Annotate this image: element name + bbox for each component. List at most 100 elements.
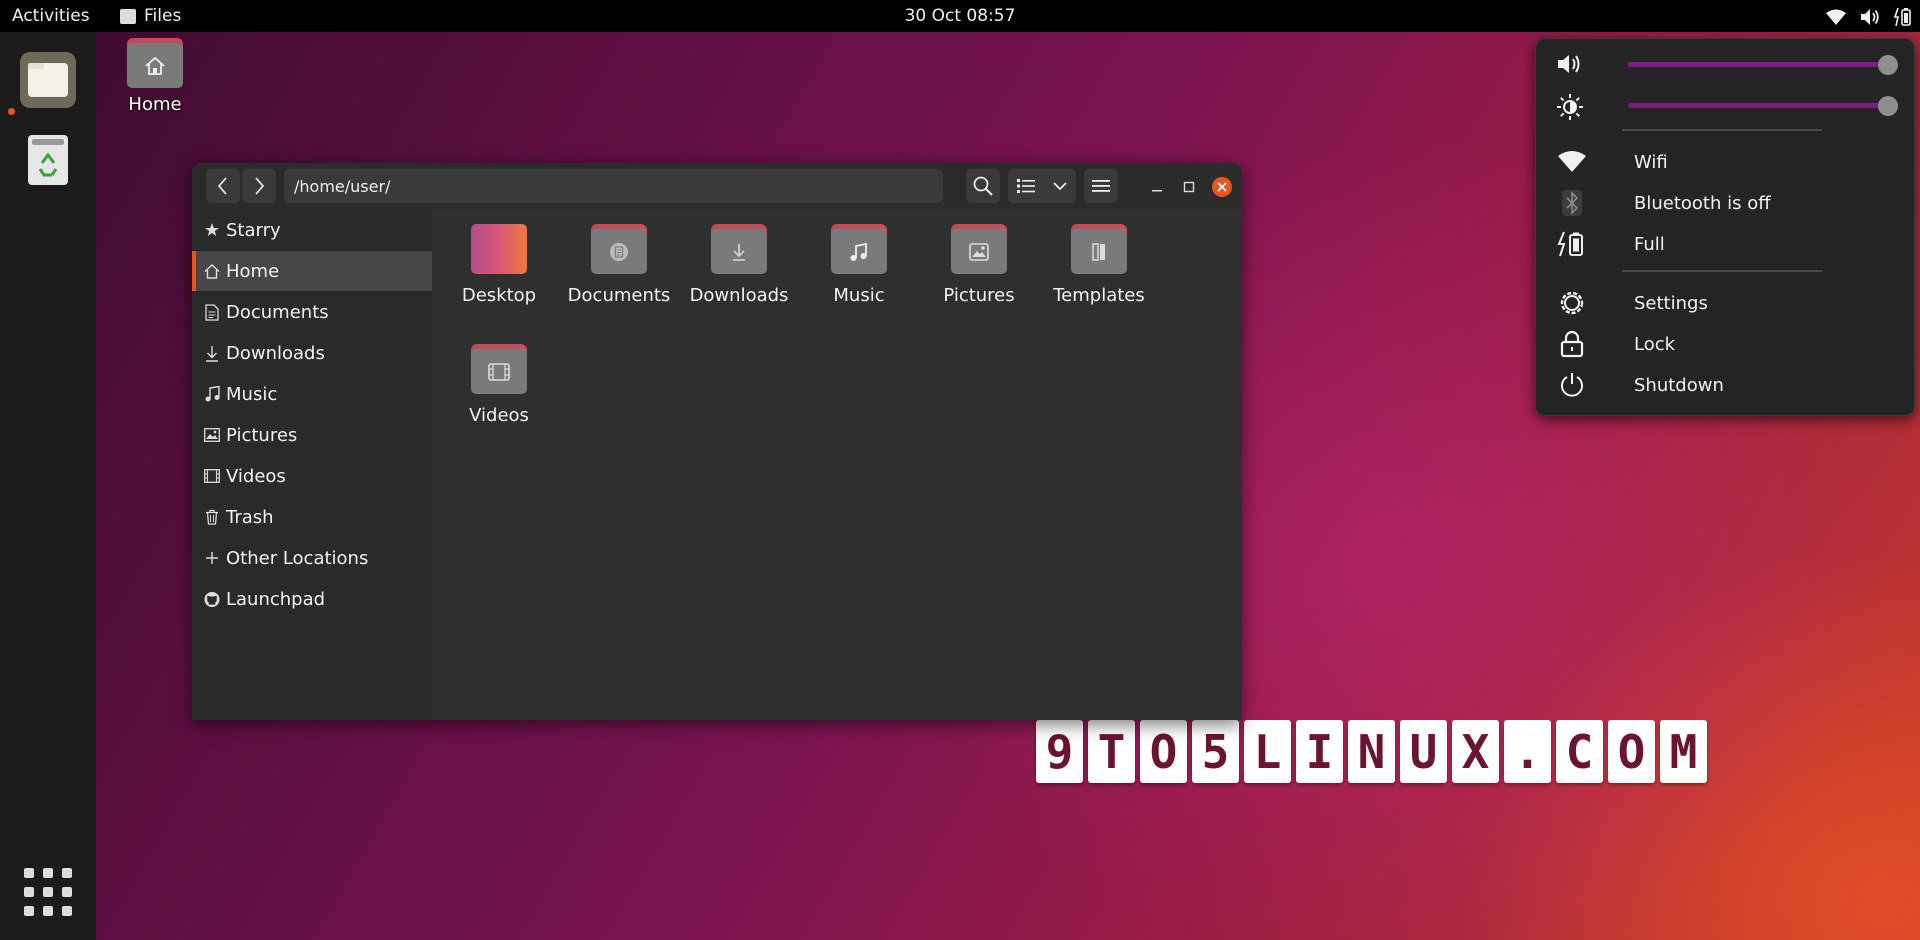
system-menu: Wifi Bluetooth is off Full Settings Lock…: [1535, 38, 1915, 416]
watermark-char: I: [1296, 720, 1343, 783]
places-sidebar: Starry Home Documents Downloads Music Pi…: [192, 210, 432, 720]
sidebar-item-label: Documents: [226, 301, 329, 323]
trash-icon: [206, 509, 218, 525]
back-button[interactable]: [206, 169, 240, 203]
sidebar-item-label: Starry: [226, 219, 281, 241]
search-button[interactable]: [966, 169, 1000, 203]
brightness-slider[interactable]: [1628, 96, 1898, 116]
sidebar-item-home[interactable]: Home: [192, 251, 432, 291]
dock-trash-button[interactable]: [20, 132, 76, 188]
view-options-button[interactable]: [1044, 169, 1076, 203]
battery-icon[interactable]: [1894, 7, 1912, 27]
clock[interactable]: 30 Oct 08:57: [905, 6, 1016, 26]
file-view[interactable]: Desktop Documents Downloads Music Pictur…: [432, 210, 1242, 720]
wifi-icon: [1558, 151, 1586, 172]
folder-icon: [471, 224, 527, 274]
lock-label: Lock: [1634, 333, 1676, 355]
minimize-icon: [1152, 190, 1162, 192]
activities-button[interactable]: Activities: [12, 6, 90, 26]
lock-menu-item[interactable]: Lock: [1556, 328, 1896, 360]
settings-label: Settings: [1634, 292, 1708, 314]
sidebar-item-launchpad[interactable]: Launchpad: [192, 579, 432, 619]
folder-icon: [831, 224, 887, 274]
sidebar-item-label: Music: [226, 383, 278, 405]
download-icon: [206, 345, 218, 362]
volume-slider-row: [1556, 49, 1898, 79]
wifi-icon[interactable]: [1826, 9, 1846, 25]
desktop-home-icon[interactable]: Home: [118, 38, 192, 115]
sidebar-item-documents[interactable]: Documents: [192, 292, 432, 332]
dock-files-button[interactable]: [20, 52, 76, 108]
folder-icon: [127, 38, 183, 88]
sidebar-item-label: Launchpad: [226, 588, 326, 610]
lock-icon: [1560, 330, 1584, 358]
sidebar-item-downloads[interactable]: Downloads: [192, 333, 432, 373]
folder-icon: [1071, 224, 1127, 274]
watermark-char: C: [1556, 720, 1603, 783]
film-icon: [488, 362, 510, 381]
folder-icon: [951, 224, 1007, 274]
settings-menu-item[interactable]: Settings: [1556, 287, 1896, 319]
folder-item-music[interactable]: Music: [804, 224, 914, 306]
picture-icon: [969, 242, 989, 261]
view-list-button[interactable]: [1008, 169, 1044, 203]
menu-button[interactable]: [1084, 169, 1118, 203]
volume-slider[interactable]: [1628, 55, 1898, 75]
minimize-button[interactable]: [1147, 177, 1167, 197]
menu-separator: [1622, 270, 1822, 272]
battery-label: Full: [1634, 233, 1665, 255]
brightness-slider-fill: [1628, 103, 1888, 108]
document-icon: [610, 242, 628, 261]
document-icon: [205, 303, 219, 321]
watermark-char: N: [1348, 720, 1395, 783]
sidebar-item-other-locations[interactable]: Other Locations: [192, 538, 432, 578]
github-icon: [204, 591, 220, 607]
sidebar-item-music[interactable]: Music: [192, 374, 432, 414]
forward-button[interactable]: [242, 169, 276, 203]
shutdown-menu-item[interactable]: Shutdown: [1556, 369, 1896, 401]
folder-item-downloads[interactable]: Downloads: [684, 224, 794, 306]
sidebar-item-trash[interactable]: Trash: [192, 497, 432, 537]
volume-slider-fill: [1628, 62, 1888, 67]
system-tray[interactable]: [1826, 7, 1912, 27]
shutdown-label: Shutdown: [1634, 374, 1724, 396]
folder-item-pictures[interactable]: Pictures: [924, 224, 1034, 306]
music-note-icon: [850, 242, 867, 261]
wifi-menu-item[interactable]: Wifi: [1556, 146, 1896, 178]
brightness-slider-knob[interactable]: [1878, 96, 1898, 116]
watermark-char: 5: [1192, 720, 1239, 783]
sidebar-item-pictures[interactable]: Pictures: [192, 415, 432, 455]
watermark-char: O: [1608, 720, 1655, 783]
sidebar-item-label: Videos: [226, 465, 286, 487]
sidebar-item-label: Other Locations: [226, 547, 369, 569]
volume-icon: [1558, 55, 1580, 73]
list-view-icon: [1017, 179, 1035, 193]
sidebar-item-starry[interactable]: Starry: [192, 210, 432, 250]
sidebar-item-videos[interactable]: Videos: [192, 456, 432, 496]
sidebar-item-label: Pictures: [226, 424, 298, 446]
file-manager-window: /home/user/ Starry Home Documents Downlo…: [192, 163, 1242, 720]
folder-icon: [591, 224, 647, 274]
maximize-button[interactable]: [1179, 177, 1199, 197]
clock-container: 30 Oct 08:57: [0, 6, 1920, 26]
close-icon: [1217, 182, 1227, 192]
home-icon: [145, 56, 165, 75]
volume-icon[interactable]: [1860, 8, 1880, 26]
volume-slider-knob[interactable]: [1878, 55, 1898, 75]
folder-item-videos[interactable]: Videos: [444, 344, 554, 426]
show-applications-button[interactable]: [24, 868, 72, 916]
hamburger-menu-icon: [1092, 180, 1110, 192]
folder-icon: [711, 224, 767, 274]
bluetooth-menu-item[interactable]: Bluetooth is off: [1556, 187, 1896, 219]
folder-item-desktop[interactable]: Desktop: [444, 224, 554, 306]
folder-item-templates[interactable]: Templates: [1044, 224, 1154, 306]
template-icon: [1092, 242, 1105, 261]
sidebar-item-label: Trash: [226, 506, 274, 528]
close-button[interactable]: [1212, 177, 1232, 197]
folder-label: Templates: [1053, 285, 1145, 306]
battery-menu-item[interactable]: Full: [1556, 228, 1896, 260]
folder-item-documents[interactable]: Documents: [564, 224, 674, 306]
path-entry[interactable]: /home/user/: [284, 169, 943, 203]
top-bar: Activities Files 30 Oct 08:57: [0, 0, 1920, 32]
app-menu-files[interactable]: Files: [120, 6, 181, 26]
